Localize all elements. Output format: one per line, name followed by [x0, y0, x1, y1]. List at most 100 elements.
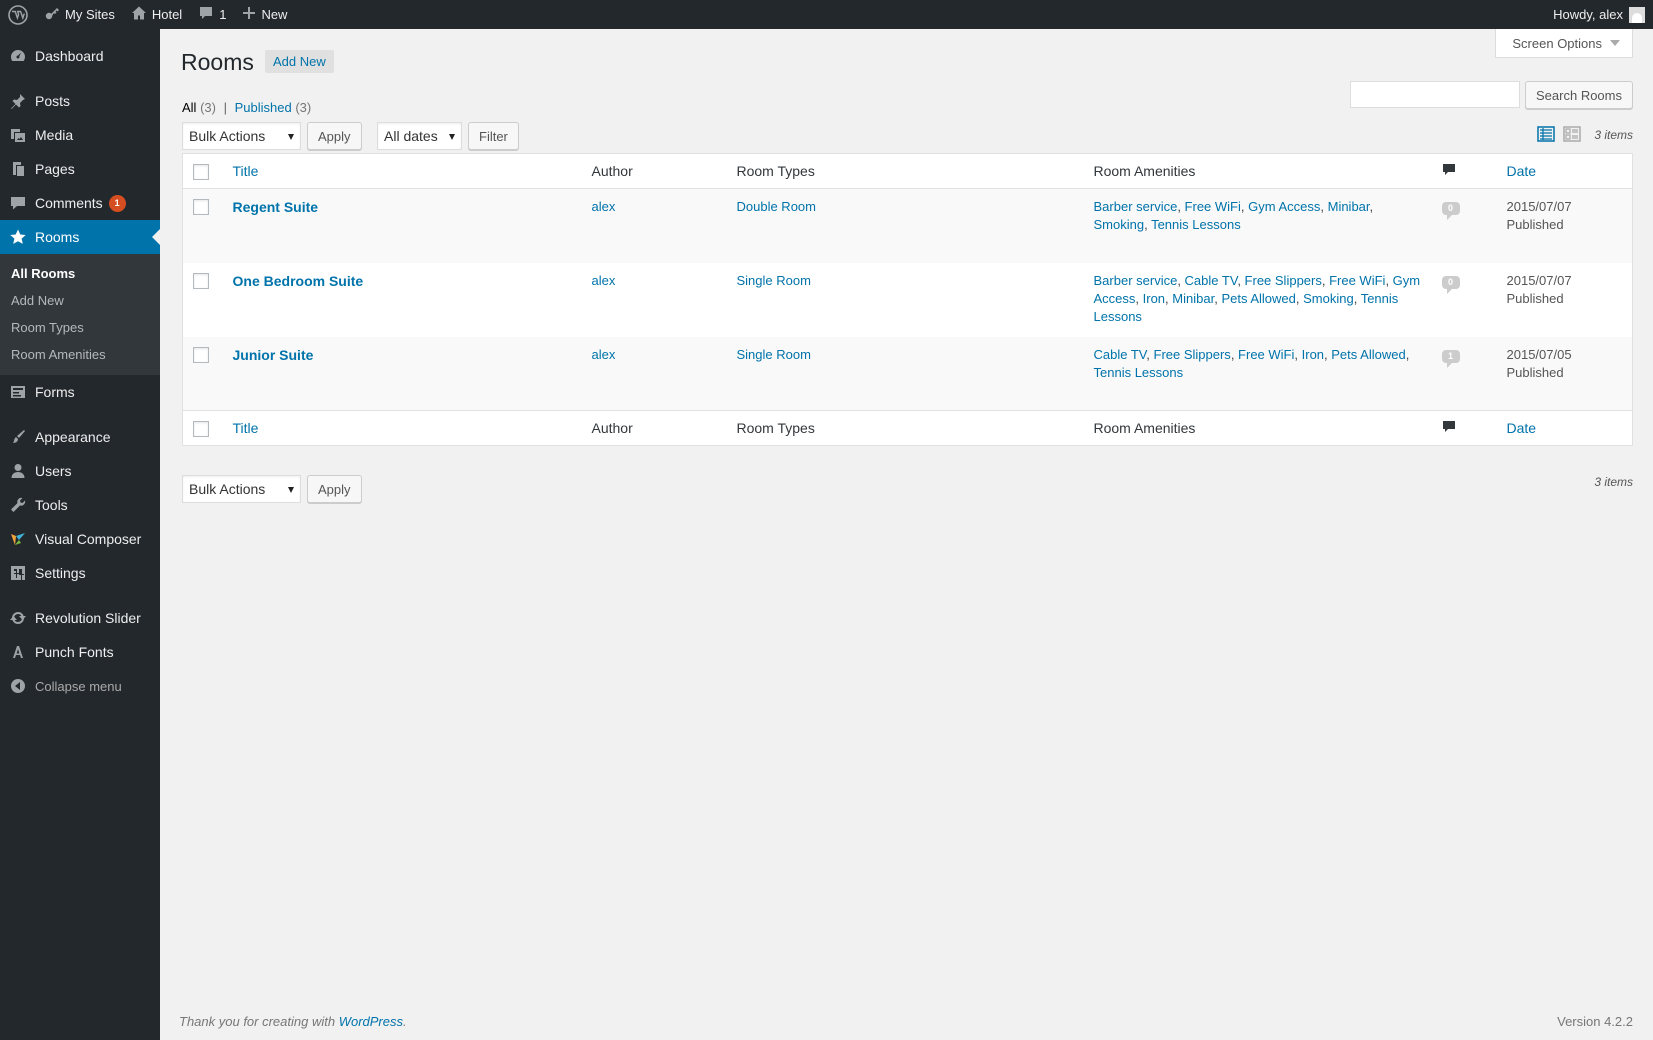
- menu-appearance-label: Appearance: [35, 429, 111, 445]
- dates-select[interactable]: All dates: [377, 122, 462, 150]
- comment-count-bubble[interactable]: 0: [1441, 275, 1460, 294]
- submenu-all-rooms[interactable]: All Rooms: [0, 260, 160, 287]
- amenity-link[interactable]: Pets Allowed: [1221, 291, 1295, 306]
- room-title-link[interactable]: Regent Suite: [233, 199, 319, 215]
- collapse-menu-button[interactable]: Collapse menu: [0, 669, 160, 703]
- amenity-link[interactable]: Pets Allowed: [1331, 347, 1405, 362]
- room-title-link[interactable]: Junior Suite: [233, 347, 314, 363]
- settings-icon: [8, 563, 28, 583]
- column-room-types: Room Types: [736, 163, 815, 179]
- new-label: New: [261, 7, 288, 22]
- menu-pages-label: Pages: [35, 161, 75, 177]
- comment-icon: [8, 193, 28, 213]
- amenity-link[interactable]: Minibar: [1172, 291, 1214, 306]
- amenity-link[interactable]: Tennis Lessons: [1094, 365, 1184, 380]
- wordpress-logo-icon[interactable]: [0, 0, 36, 29]
- menu-dashboard[interactable]: Dashboard: [0, 39, 160, 73]
- amenity-link[interactable]: Iron: [1143, 291, 1165, 306]
- bulk-actions-select-bottom[interactable]: Bulk Actions: [182, 475, 301, 503]
- select-all-checkbox-bottom[interactable]: [193, 421, 209, 437]
- menu-revolution-slider-label: Revolution Slider: [35, 610, 141, 626]
- amenity-link[interactable]: Free WiFi: [1238, 347, 1294, 362]
- wordpress-link[interactable]: WordPress: [339, 1014, 403, 1029]
- menu-users-label: Users: [35, 463, 72, 479]
- room-type-link[interactable]: Double Room: [737, 199, 817, 214]
- column-title-sort-bottom[interactable]: Title: [233, 420, 259, 436]
- user-account-menu[interactable]: Howdy, alex: [1545, 0, 1653, 29]
- apply-button-bottom[interactable]: Apply: [307, 475, 362, 503]
- menu-visual-composer[interactable]: Visual Composer: [0, 522, 160, 556]
- new-content-menu[interactable]: New: [234, 0, 295, 29]
- menu-punch-fonts[interactable]: Punch Fonts: [0, 635, 160, 669]
- row-checkbox[interactable]: [193, 272, 209, 289]
- column-title-sort[interactable]: Title: [233, 163, 259, 179]
- menu-media[interactable]: Media: [0, 118, 160, 152]
- amenity-link[interactable]: Free WiFi: [1329, 273, 1385, 288]
- menu-appearance[interactable]: Appearance: [0, 420, 160, 454]
- search-input[interactable]: [1350, 81, 1521, 108]
- amenity-link[interactable]: Iron: [1302, 347, 1324, 362]
- amenity-link[interactable]: Gym Access: [1248, 199, 1320, 214]
- room-title-link[interactable]: One Bedroom Suite: [233, 273, 364, 289]
- filter-all-count: (3): [200, 100, 216, 115]
- list-view-icon[interactable]: [1537, 125, 1555, 146]
- column-date-sort[interactable]: Date: [1507, 163, 1537, 179]
- amenity-link[interactable]: Smoking: [1094, 217, 1145, 232]
- table-row: Junior Suite alex Single Room Cable TV, Fre…: [182, 336, 1633, 411]
- menu-forms[interactable]: Forms: [0, 375, 160, 409]
- amenity-link[interactable]: Barber service: [1094, 199, 1178, 214]
- select-all-checkbox[interactable]: [193, 164, 209, 180]
- site-name-menu[interactable]: Hotel: [123, 0, 190, 29]
- menu-comments-label: Comments: [35, 195, 103, 211]
- menu-tools[interactable]: Tools: [0, 488, 160, 522]
- add-new-button[interactable]: Add New: [265, 50, 334, 73]
- amenity-link[interactable]: Free WiFi: [1185, 199, 1241, 214]
- author-link[interactable]: alex: [592, 273, 616, 288]
- column-date-sort-bottom[interactable]: Date: [1507, 420, 1537, 436]
- room-type-link[interactable]: Single Room: [737, 347, 811, 362]
- author-link[interactable]: alex: [592, 199, 616, 214]
- menu-users[interactable]: Users: [0, 454, 160, 488]
- my-sites-menu[interactable]: My Sites: [36, 0, 123, 29]
- amenity-link[interactable]: Tennis Lessons: [1151, 217, 1241, 232]
- amenity-link[interactable]: Free Slippers: [1154, 347, 1231, 362]
- menu-settings[interactable]: Settings: [0, 556, 160, 590]
- search-box: Search Rooms: [1350, 81, 1633, 109]
- rooms-table: Title Author Room Types Room Amenities D…: [182, 153, 1633, 446]
- comment-count-bubble[interactable]: 1: [1441, 349, 1460, 368]
- room-type-link[interactable]: Single Room: [737, 273, 811, 288]
- comment-count-bubble[interactable]: 0: [1441, 202, 1460, 220]
- submenu-room-types[interactable]: Room Types: [0, 314, 160, 341]
- search-rooms-button[interactable]: Search Rooms: [1525, 81, 1633, 109]
- room-type-cell: Single Room: [727, 263, 1084, 337]
- row-checkbox[interactable]: [193, 199, 209, 215]
- submenu-add-new[interactable]: Add New: [0, 287, 160, 314]
- row-checkbox-cell: [183, 337, 223, 411]
- admin-bar: My Sites Hotel 1 New Howdy, alex: [0, 0, 1653, 29]
- menu-rooms[interactable]: Rooms: [0, 220, 160, 254]
- menu-revolution-slider[interactable]: Revolution Slider: [0, 601, 160, 635]
- submenu-room-amenities[interactable]: Room Amenities: [0, 341, 160, 368]
- amenity-link[interactable]: Cable TV: [1094, 347, 1147, 362]
- amenity-link[interactable]: Barber service: [1094, 273, 1178, 288]
- screen-options-button[interactable]: Screen Options: [1495, 29, 1633, 58]
- menu-pages[interactable]: Pages: [0, 152, 160, 186]
- filter-published-link[interactable]: Published: [235, 100, 292, 115]
- menu-comments[interactable]: Comments 1: [0, 186, 160, 220]
- column-room-types-bottom: Room Types: [736, 420, 815, 436]
- bulk-actions-select[interactable]: Bulk Actions: [182, 122, 301, 150]
- amenity-link[interactable]: Cable TV: [1185, 273, 1238, 288]
- page-title: Rooms: [181, 49, 254, 75]
- comments-menu[interactable]: 1: [190, 0, 234, 29]
- amenity-link[interactable]: Smoking: [1303, 291, 1354, 306]
- amenity-link[interactable]: Minibar: [1328, 199, 1370, 214]
- apply-button[interactable]: Apply: [307, 122, 362, 150]
- author-link[interactable]: alex: [592, 347, 616, 362]
- filter-all-link[interactable]: All: [182, 100, 196, 115]
- menu-posts[interactable]: Posts: [0, 84, 160, 118]
- amenity-link[interactable]: Free Slippers: [1245, 273, 1322, 288]
- row-checkbox[interactable]: [193, 346, 209, 363]
- caret-down-icon: [288, 134, 294, 140]
- excerpt-view-icon[interactable]: [1563, 125, 1581, 146]
- filter-button[interactable]: Filter: [468, 122, 519, 150]
